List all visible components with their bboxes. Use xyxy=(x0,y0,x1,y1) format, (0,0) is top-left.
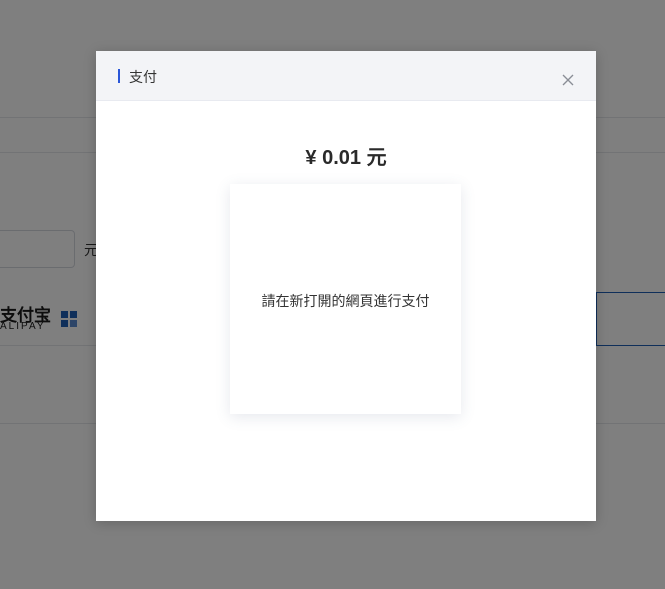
modal-header: 支付 xyxy=(96,51,596,101)
payment-amount: ¥ 0.01 元 xyxy=(305,147,387,169)
title-accent-bar xyxy=(118,69,120,83)
payment-box: 請在新打開的網頁進行支付 xyxy=(230,184,461,414)
close-icon[interactable] xyxy=(561,73,575,87)
payment-modal: 支付 ¥ 0.01 元 請在新打開的網頁進行支付 xyxy=(96,51,596,521)
payment-message: 請在新打開的網頁進行支付 xyxy=(261,293,430,309)
modal-title: 支付 xyxy=(129,69,157,85)
